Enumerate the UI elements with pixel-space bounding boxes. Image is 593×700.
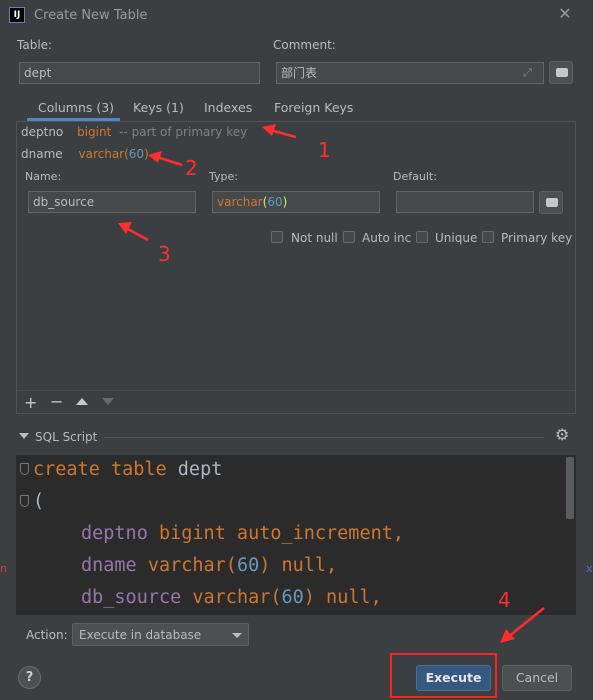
annotation-arrowhead bbox=[118, 222, 132, 234]
annotation-arrow-2 bbox=[156, 155, 183, 167]
annotation-arrow-1 bbox=[269, 128, 297, 139]
annotation-number-1: 1 bbox=[318, 138, 331, 162]
annotation-arrowhead bbox=[500, 629, 515, 643]
annotation-number-4: 4 bbox=[498, 588, 511, 612]
annotation-arrowhead bbox=[262, 124, 276, 136]
annotation-number-3: 3 bbox=[158, 242, 171, 266]
annotation-number-2: 2 bbox=[185, 156, 198, 180]
annotation-highlight-box bbox=[390, 653, 497, 698]
annotation-arrow-3 bbox=[125, 226, 149, 242]
annotation-arrow-4 bbox=[507, 607, 545, 638]
annotation-arrowhead bbox=[148, 151, 162, 163]
